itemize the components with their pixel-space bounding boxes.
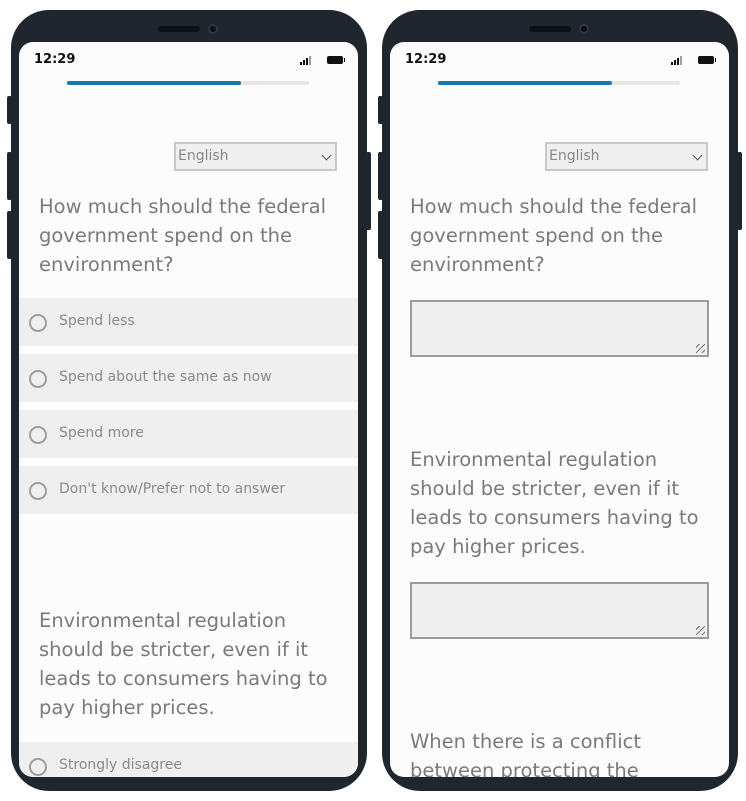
question-2-text: Environmental regulation should be stric… <box>39 609 328 719</box>
signal-icon <box>671 56 685 65</box>
option-label: Don't know/Prefer not to answer <box>59 481 286 497</box>
language-select-value: English <box>178 148 229 164</box>
speaker-grille <box>158 26 200 32</box>
language-select-value: English <box>549 148 600 164</box>
battery-icon <box>327 56 345 64</box>
battery-icon <box>698 56 716 64</box>
status-time: 12:29 <box>34 52 76 67</box>
survey-progress-bar <box>438 81 680 85</box>
screen-left: 12:29 English How much should the federa… <box>19 42 358 777</box>
phone-frame-left: 12:29 English How much should the federa… <box>7 10 371 791</box>
option-spend-more[interactable]: Spend more <box>19 410 358 458</box>
question-1-text: How much should the federal government s… <box>410 195 697 276</box>
radio-icon[interactable] <box>29 314 47 332</box>
option-spend-same[interactable]: Spend about the same as now <box>19 354 358 402</box>
radio-icon[interactable] <box>29 482 47 500</box>
option-label: Strongly disagree <box>59 757 182 773</box>
survey-progress-bar <box>67 81 309 85</box>
option-spend-less[interactable]: Spend less <box>19 298 358 346</box>
question-3-text: When there is a conflict between protect… <box>410 730 641 777</box>
power-button <box>366 152 371 230</box>
option-label: Spend about the same as now <box>59 369 272 385</box>
volume-up-button <box>378 152 383 200</box>
mute-switch <box>7 96 12 124</box>
resize-grip-icon[interactable] <box>696 626 705 635</box>
status-bar: 12:29 <box>19 42 358 78</box>
survey-progress-fill <box>67 81 242 85</box>
volume-up-button <box>7 152 12 200</box>
chevron-down-icon <box>321 150 332 161</box>
status-time: 12:29 <box>405 52 447 67</box>
radio-icon[interactable] <box>29 426 47 444</box>
option-label: Spend more <box>59 425 144 441</box>
resize-grip-icon[interactable] <box>696 344 705 353</box>
option-label: Spend less <box>59 313 135 329</box>
language-select[interactable]: English <box>545 142 708 171</box>
power-button <box>737 152 742 230</box>
survey-progress-fill <box>438 81 613 85</box>
radio-icon[interactable] <box>29 758 47 776</box>
mute-switch <box>378 96 383 124</box>
screen-right: 12:29 English How much should the federa… <box>390 42 729 777</box>
front-camera <box>208 24 218 34</box>
chevron-down-icon <box>692 150 703 161</box>
front-camera <box>579 24 589 34</box>
signal-icon <box>300 56 314 65</box>
phone-frame-right: 12:29 English How much should the federa… <box>378 10 742 791</box>
status-bar: 12:29 <box>390 42 729 78</box>
volume-down-button <box>378 211 383 259</box>
question-1-text: How much should the federal government s… <box>39 195 326 276</box>
radio-icon[interactable] <box>29 370 47 388</box>
option-strongly-disagree[interactable]: Strongly disagree <box>19 742 358 777</box>
volume-down-button <box>7 211 12 259</box>
question-2-textarea[interactable] <box>410 582 709 639</box>
question-2-text: Environmental regulation should be stric… <box>410 448 699 558</box>
option-dont-know[interactable]: Don't know/Prefer not to answer <box>19 466 358 514</box>
speaker-grille <box>529 26 571 32</box>
question-1-textarea[interactable] <box>410 300 709 357</box>
language-select[interactable]: English <box>174 142 337 171</box>
